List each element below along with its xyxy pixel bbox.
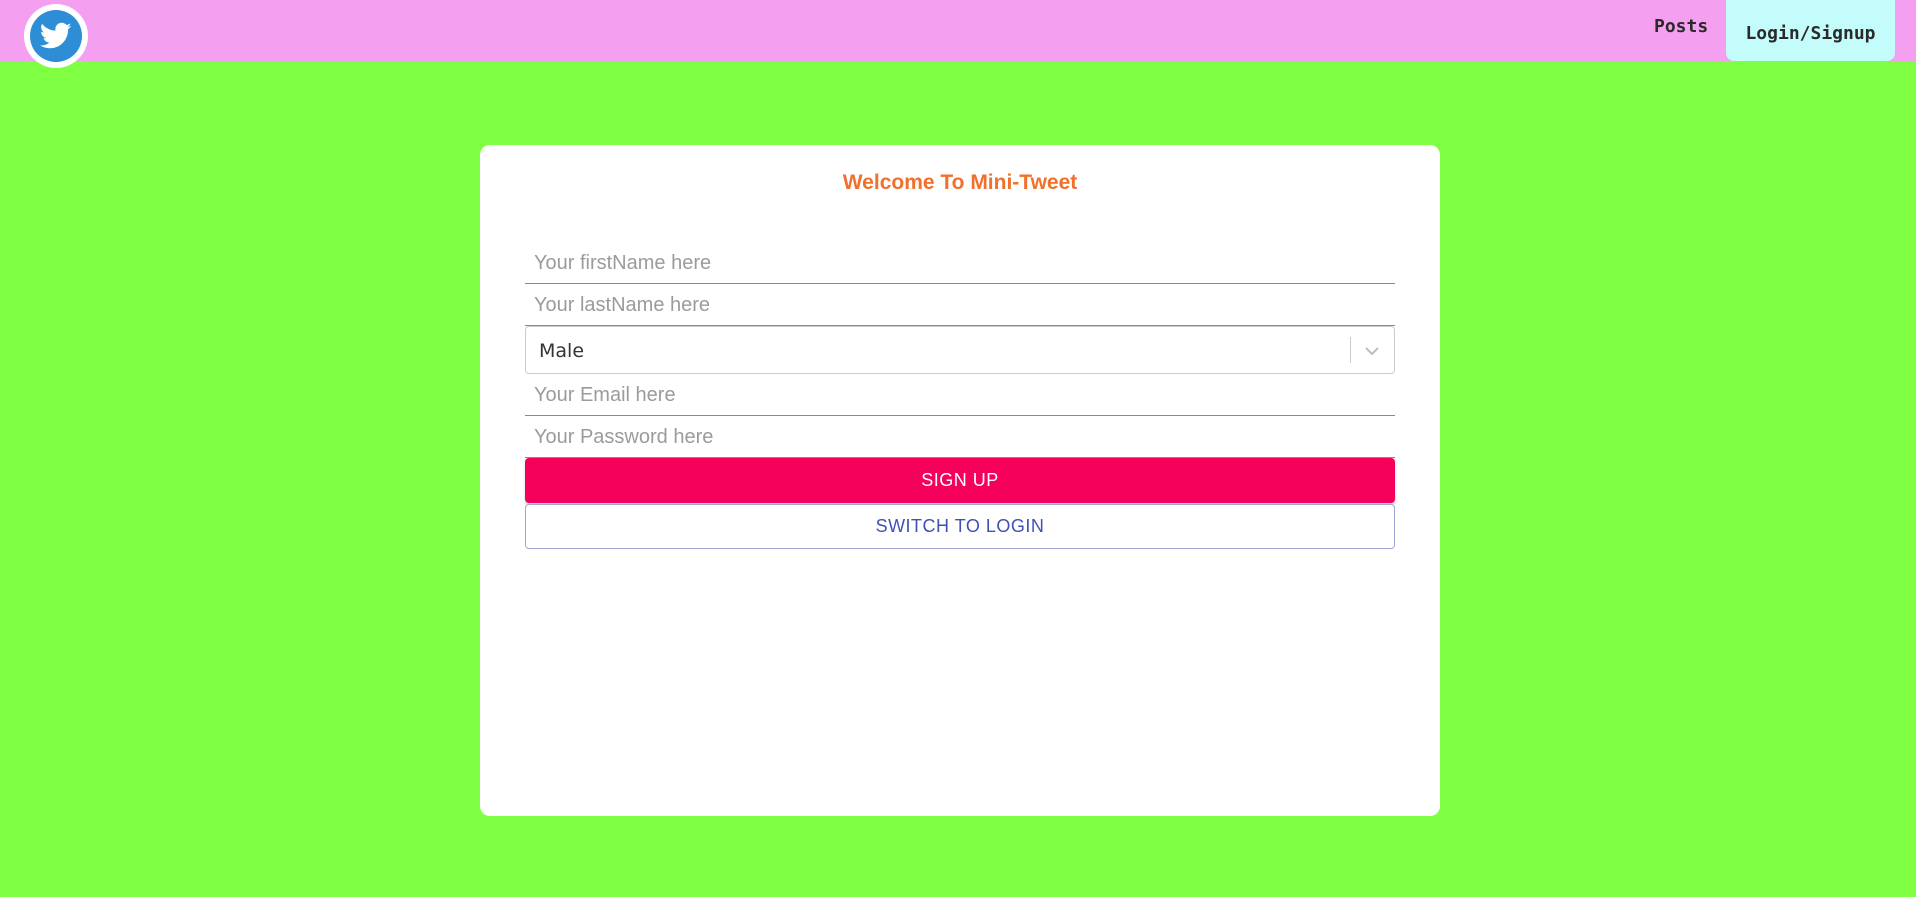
nav-posts-link[interactable]: Posts	[1654, 16, 1708, 37]
select-separator	[1350, 337, 1351, 363]
chevron-down-icon[interactable]	[1360, 339, 1384, 363]
signup-button[interactable]: SIGN UP	[525, 458, 1395, 503]
nav-login-signup-link[interactable]: Login/Signup	[1726, 0, 1895, 61]
twitter-bird-icon	[30, 10, 82, 62]
signup-card: Welcome To Mini-Tweet Male SIGN UP SWITC…	[480, 145, 1440, 816]
first-name-input[interactable]	[525, 244, 1395, 284]
top-navbar: Posts Login/Signup	[0, 0, 1916, 68]
password-input[interactable]	[525, 418, 1395, 458]
gender-select-value: Male	[539, 340, 585, 362]
gender-select[interactable]: Male	[525, 326, 1395, 374]
email-input[interactable]	[525, 376, 1395, 416]
page-title: Welcome To Mini-Tweet	[842, 171, 1078, 194]
last-name-input[interactable]	[525, 286, 1395, 326]
switch-to-login-button[interactable]: SWITCH TO LOGIN	[525, 504, 1395, 549]
logo[interactable]	[24, 4, 88, 68]
